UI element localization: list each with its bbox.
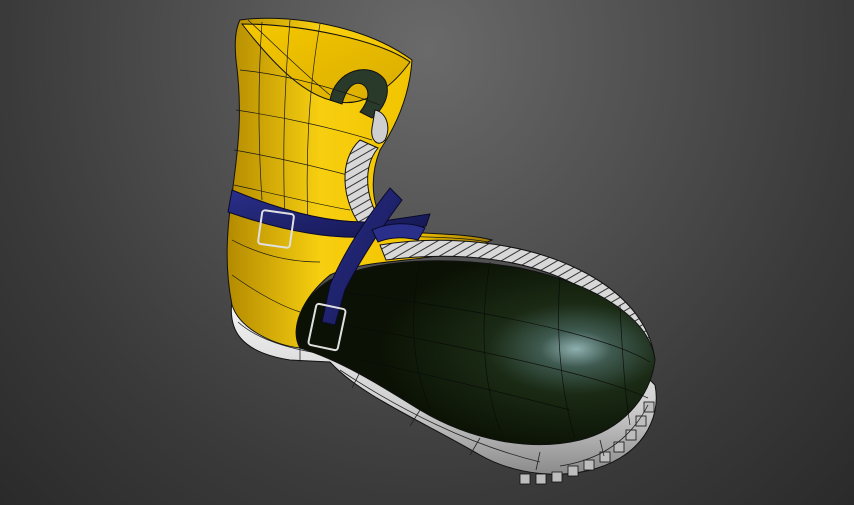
3d-viewport[interactable] — [0, 0, 854, 505]
boot-model — [226, 17, 657, 485]
